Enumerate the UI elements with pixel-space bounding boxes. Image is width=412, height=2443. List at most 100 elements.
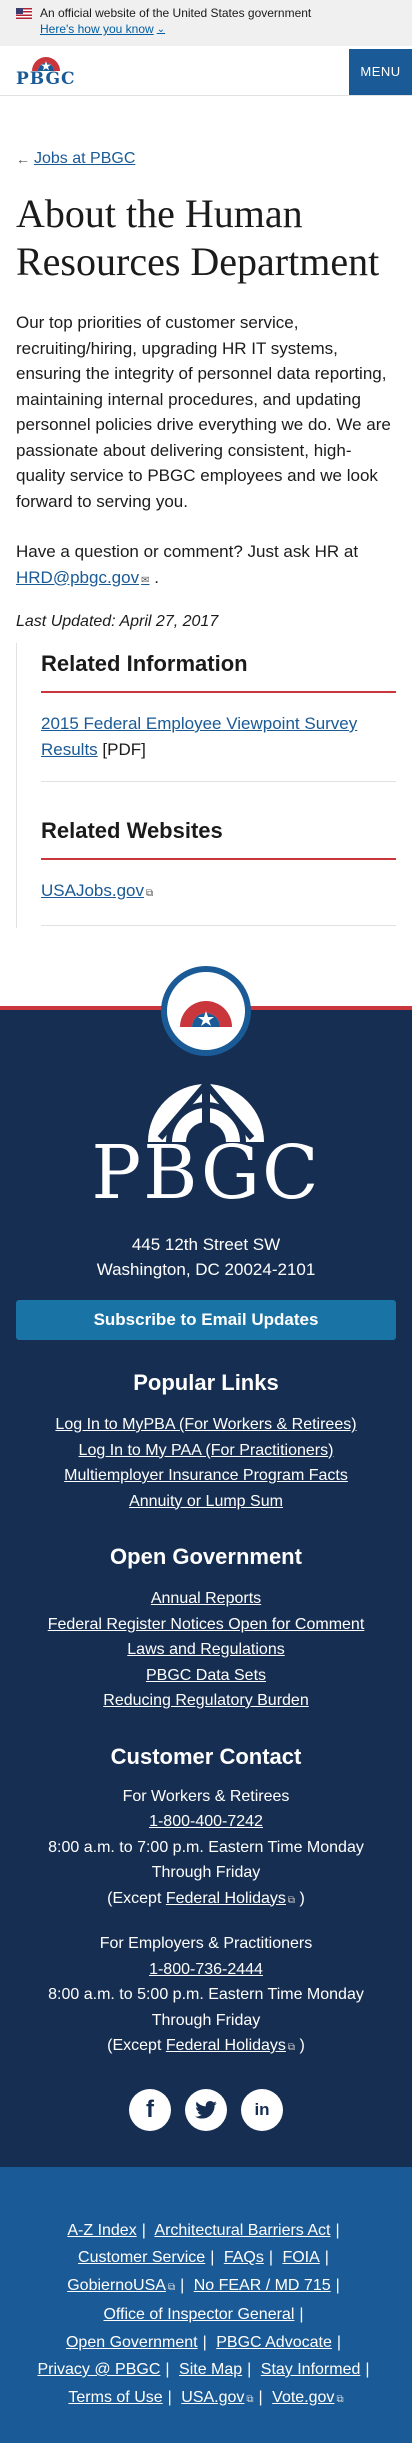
pbgc-advocate-link[interactable]: PBGC Advocate [216, 2334, 332, 2351]
page-title: About the Human Resources Department [16, 190, 396, 286]
back-link-jobs[interactable]: ← Jobs at PBGC [16, 150, 396, 168]
separator: | [299, 2306, 303, 2323]
external-link-icon: ⧉ [168, 2282, 175, 2293]
faqs-link[interactable]: FAQs [224, 2249, 264, 2266]
external-link-icon: ⧉ [246, 2394, 253, 2405]
customer-service-link[interactable]: Customer Service [78, 2249, 205, 2266]
usa-gov-link[interactable]: USA.gov [181, 2389, 244, 2406]
except-prefix: (Except [107, 1890, 161, 1907]
stay-informed-link[interactable]: Stay Informed [261, 2361, 361, 2378]
practitioners-label: For Employers & Practitioners [0, 1931, 412, 1957]
related-information-heading: Related Information [41, 643, 396, 693]
external-link-icon: ⧉ [288, 1895, 295, 1906]
intro-paragraph: Our top priorities of customer service, … [16, 310, 396, 514]
barriers-act-link[interactable]: Architectural Barriers Act [154, 2222, 330, 2239]
sidebar: Related Information 2015 Federal Employe… [16, 643, 396, 928]
footer-emblem-icon [161, 966, 251, 1056]
mail-icon: ✉ [141, 575, 149, 586]
separator: | [247, 2361, 251, 2378]
linkedin-icon[interactable]: in [241, 2089, 283, 2131]
hr-email-link[interactable]: HRD@pbgc.gov✉ [16, 568, 149, 587]
bottom-links: A-Z Index | Architectural Barriers Act | C… [0, 2167, 412, 2443]
no-fear-link[interactable]: No FEAR / MD 715 [194, 2277, 331, 2294]
except-suffix: ) [300, 1890, 305, 1907]
menu-button[interactable]: MENU [349, 49, 412, 95]
open-government-link[interactable]: Open Government [66, 2334, 198, 2351]
separator: | [365, 2361, 369, 2378]
federal-holidays-label: Federal Holidays [166, 2037, 286, 2054]
subscribe-button[interactable]: Subscribe to Email Updates [16, 1300, 396, 1340]
site-header: PBGC MENU [0, 46, 412, 96]
external-link-icon: ⧉ [288, 2042, 295, 2053]
related-websites-heading: Related Websites [41, 810, 396, 860]
separator: | [335, 2222, 339, 2239]
practitioners-hours: 8:00 a.m. to 5:00 p.m. Eastern Time Mond… [0, 1982, 412, 2033]
site-footer: PBGC 445 12th Street SW Washington, DC 2… [0, 1010, 412, 2167]
external-link-icon: ⧉ [146, 888, 153, 899]
facebook-icon[interactable]: f [129, 2089, 171, 2131]
annuity-lump-sum-link[interactable]: Annuity or Lump Sum [0, 1489, 412, 1515]
multiemployer-facts-link[interactable]: Multiemployer Insurance Program Facts [0, 1463, 412, 1489]
back-link-label: Jobs at PBGC [34, 150, 135, 168]
a-z-index-link[interactable]: A-Z Index [67, 2222, 136, 2239]
popular-links: Log In to MyPBA (For Workers & Retirees)… [0, 1412, 412, 1514]
inspector-general-link[interactable]: Office of Inspector General [103, 2306, 294, 2323]
twitter-icon[interactable] [185, 2089, 227, 2131]
how-you-know-link[interactable]: Here's how you know ⌄ [40, 22, 165, 36]
separator: | [180, 2277, 184, 2294]
arrow-left-icon: ← [16, 151, 30, 167]
chevron-down-icon: ⌄ [157, 24, 165, 35]
regulatory-burden-link[interactable]: Reducing Regulatory Burden [0, 1688, 412, 1714]
separator: | [210, 2249, 214, 2266]
separator: | [142, 2222, 146, 2239]
federal-holidays-link[interactable]: Federal Holidays [166, 2037, 286, 2054]
separator: | [337, 2334, 341, 2351]
data-sets-link[interactable]: PBGC Data Sets [0, 1663, 412, 1689]
federal-holidays-label: Federal Holidays [166, 1890, 286, 1907]
popular-links-heading: Popular Links [0, 1370, 412, 1396]
vote-gov-link[interactable]: Vote.gov [272, 2389, 334, 2406]
list-item: 2015 Federal Employee Viewpoint Survey R… [41, 693, 396, 782]
usajobs-link[interactable]: USAJobs.gov [41, 881, 144, 900]
federal-holidays-link[interactable]: Federal Holidays [166, 1890, 286, 1907]
main-content: ← Jobs at PBGC About the Human Resources… [0, 150, 412, 928]
foia-link[interactable]: FOIA [282, 2249, 319, 2266]
separator: | [259, 2389, 263, 2406]
open-government-heading: Open Government [0, 1544, 412, 1570]
external-link-icon: ⧉ [336, 2394, 343, 2405]
separator: | [203, 2334, 207, 2351]
mypba-login-link[interactable]: Log In to MyPBA (For Workers & Retirees) [0, 1412, 412, 1438]
how-you-know-label: Here's how you know [40, 22, 154, 36]
laws-regulations-link[interactable]: Laws and Regulations [0, 1637, 412, 1663]
terms-of-use-link[interactable]: Terms of Use [68, 2389, 162, 2406]
site-map-link[interactable]: Site Map [179, 2361, 242, 2378]
contact-prefix: Have a question or comment? Just ask HR … [16, 542, 358, 561]
separator: | [325, 2249, 329, 2266]
separator: | [336, 2277, 340, 2294]
federal-register-link[interactable]: Federal Register Notices Open for Commen… [0, 1612, 412, 1638]
customer-contact-heading: Customer Contact [0, 1744, 412, 1770]
practitioners-except: (Except Federal Holidays⧉ ) [0, 2033, 412, 2061]
footer-logo-text: PBGC [91, 1136, 320, 1210]
annual-reports-link[interactable]: Annual Reports [0, 1586, 412, 1612]
workers-hours: 8:00 a.m. to 7:00 p.m. Eastern Time Mond… [0, 1835, 412, 1886]
gobierno-usa-link[interactable]: GobiernoUSA [67, 2277, 166, 2294]
related-websites: Related Websites USAJobs.gov⧉ [41, 810, 396, 926]
address-line-2: Washington, DC 20024-2101 [0, 1257, 412, 1282]
mypaa-login-link[interactable]: Log In to My PAA (For Practitioners) [0, 1438, 412, 1464]
except-prefix: (Except [107, 2037, 161, 2054]
contact-suffix: . [154, 568, 159, 587]
pdf-label: [PDF] [102, 740, 145, 759]
practitioners-phone-link[interactable]: 1-800-736-2444 [149, 1961, 263, 1978]
pbgc-logo[interactable]: PBGC [16, 53, 76, 88]
list-item: USAJobs.gov⧉ [41, 860, 396, 926]
fevs-survey-link[interactable]: 2015 Federal Employee Viewpoint Survey R… [41, 714, 357, 759]
privacy-link[interactable]: Privacy @ PBGC [37, 2361, 160, 2378]
contact-workers: For Workers & Retirees 1-800-400-7242 8:… [0, 1784, 412, 1914]
separator: | [168, 2389, 172, 2406]
hr-email-label: HRD@pbgc.gov [16, 568, 139, 587]
address-line-1: 445 12th Street SW [0, 1232, 412, 1257]
contact-paragraph: Have a question or comment? Just ask HR … [16, 539, 396, 593]
separator: | [165, 2361, 169, 2378]
workers-phone-link[interactable]: 1-800-400-7242 [149, 1813, 263, 1830]
